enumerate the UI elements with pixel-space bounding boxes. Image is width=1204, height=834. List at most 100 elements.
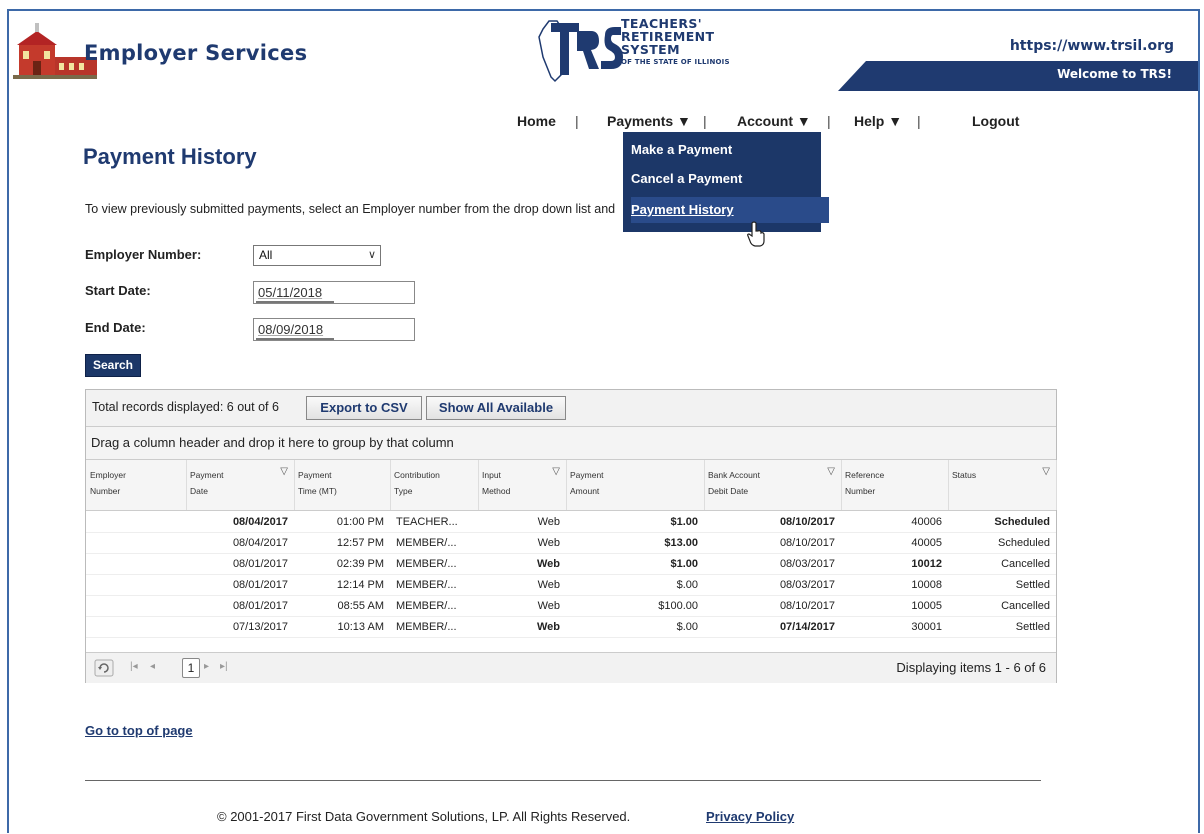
- column-header-line1: Payment: [190, 470, 224, 480]
- table-cell: $1.00: [670, 558, 698, 570]
- go-to-top-link[interactable]: Go to top of page: [85, 723, 193, 738]
- table-cell: 08/10/2017: [779, 600, 835, 612]
- table-cell: Cancelled: [1001, 558, 1050, 570]
- table-row[interactable]: 08/04/2017 01:00 PM TEACHER... Web $1.00 08/1…: [86, 512, 1056, 533]
- column-header-line1: Status: [952, 470, 977, 480]
- table-cell: 10:13 AM: [337, 621, 384, 633]
- refresh-icon[interactable]: [94, 659, 114, 677]
- column-header-line1: Input: [482, 470, 501, 480]
- start-date-value: 05/11/2018: [258, 285, 323, 300]
- nav-help[interactable]: Help ▼: [854, 113, 902, 129]
- filter-icon[interactable]: ▽: [280, 466, 288, 477]
- grid-toolbar: Total records displayed: 6 out of 6 Expo…: [86, 390, 1056, 427]
- show-all-button[interactable]: Show All Available: [426, 396, 566, 420]
- start-date-label: Start Date:: [85, 283, 151, 298]
- table-cell: Scheduled: [994, 516, 1050, 528]
- table-cell: $.00: [676, 579, 698, 591]
- next-page-icon[interactable]: ▸: [204, 661, 209, 672]
- start-date-field[interactable]: 05/11/2018: [253, 281, 415, 304]
- nav-account[interactable]: Account ▼: [737, 113, 811, 129]
- privacy-policy-link[interactable]: Privacy Policy: [706, 809, 794, 824]
- table-cell: [86, 554, 180, 574]
- column-header-line1: Reference: [845, 470, 885, 480]
- column-header[interactable]: Input Method ▽: [478, 460, 567, 510]
- grid-header: Employer Number Payment Date ▽ Payment Time (M…: [86, 460, 1057, 511]
- nav-separator: |: [917, 113, 921, 129]
- payment-grid: Total records displayed: 6 out of 6 Expo…: [85, 389, 1057, 683]
- footer-divider: [85, 780, 1041, 781]
- table-cell: MEMBER/...: [396, 600, 457, 612]
- employer-number-select[interactable]: All ∨: [253, 245, 381, 266]
- end-date-field[interactable]: 08/09/2018: [253, 318, 415, 341]
- table-cell: MEMBER/...: [396, 558, 457, 570]
- nav-payments[interactable]: Payments ▼: [607, 113, 691, 129]
- table-cell: Settled: [1015, 621, 1050, 633]
- table-cell: Web: [536, 558, 560, 570]
- menu-cancel-payment[interactable]: Cancel a Payment: [631, 171, 742, 186]
- column-header-line2: Type: [394, 486, 413, 496]
- filter-icon[interactable]: ▽: [552, 466, 560, 477]
- table-cell: 12:57 PM: [336, 537, 384, 549]
- hand-cursor-icon: [747, 221, 765, 247]
- page-intro: To view previously submitted payments, s…: [85, 202, 615, 216]
- filter-icon[interactable]: ▽: [827, 466, 835, 477]
- column-header[interactable]: Payment Amount: [566, 460, 705, 510]
- page-number[interactable]: 1: [182, 658, 200, 678]
- column-header-line2: Method: [482, 486, 511, 496]
- table-cell: TEACHER...: [396, 516, 458, 528]
- trs-line4: OF THE STATE OF ILLINOIS: [621, 58, 730, 66]
- column-header-line1: Payment: [570, 470, 604, 480]
- table-cell: MEMBER/...: [396, 579, 457, 591]
- menu-make-payment[interactable]: Make a Payment: [631, 142, 732, 157]
- column-header[interactable]: Employer Number: [86, 460, 187, 510]
- chevron-down-icon: ∨: [367, 249, 376, 261]
- first-page-icon[interactable]: |◂: [130, 661, 138, 672]
- column-header[interactable]: Reference Number: [841, 460, 949, 510]
- column-header-line1: Employer: [90, 470, 126, 480]
- column-header[interactable]: Status ▽: [948, 460, 1057, 510]
- table-cell: Settled: [1015, 579, 1050, 591]
- table-row[interactable]: 08/04/2017 12:57 PM MEMBER/... Web $13.00 08/…: [86, 533, 1056, 554]
- filter-icon[interactable]: ▽: [1042, 466, 1050, 477]
- table-row[interactable]: 08/01/2017 12:14 PM MEMBER/... Web $.00 08/03…: [86, 575, 1056, 596]
- table-cell: 08/01/2017: [232, 558, 288, 570]
- table-row[interactable]: 08/01/2017 02:39 PM MEMBER/... Web $1.00 08/0…: [86, 554, 1056, 575]
- table-cell: $13.00: [664, 537, 698, 549]
- prev-page-icon[interactable]: ◂: [150, 661, 155, 672]
- table-cell: Web: [537, 516, 560, 528]
- nav-home[interactable]: Home: [517, 113, 556, 129]
- table-cell: 12:14 PM: [336, 579, 384, 591]
- employer-number-label: Employer Number:: [85, 247, 202, 262]
- group-panel[interactable]: Drag a column header and drop it here to…: [86, 427, 1056, 460]
- menu-payment-history[interactable]: Payment History: [631, 202, 734, 217]
- column-header-line2: Date: [190, 486, 208, 496]
- site-url[interactable]: https://www.trsil.org: [1010, 38, 1174, 54]
- table-cell: 10012: [911, 558, 942, 570]
- table-row[interactable]: 07/13/2017 10:13 AM MEMBER/... Web $.00 07/14…: [86, 617, 1056, 638]
- field-underline: [256, 338, 334, 340]
- column-header[interactable]: Payment Time (MT): [294, 460, 391, 510]
- table-cell: [86, 533, 180, 553]
- page-frame: Employer Services TEACHERS' RETIREMENT S…: [7, 9, 1200, 833]
- last-page-icon[interactable]: ▸|: [220, 661, 228, 672]
- table-cell: MEMBER/...: [396, 621, 457, 633]
- end-date-label: End Date:: [85, 320, 146, 335]
- table-cell: 08:55 AM: [337, 600, 384, 612]
- table-cell: [86, 575, 180, 595]
- column-header[interactable]: Bank Account Debit Date ▽: [704, 460, 842, 510]
- column-header-line1: Bank Account: [708, 470, 760, 480]
- page-title: Payment History: [83, 144, 257, 169]
- column-header-line2: Number: [90, 486, 121, 496]
- table-cell: 07/14/2017: [779, 621, 835, 633]
- column-header[interactable]: Payment Date ▽: [186, 460, 295, 510]
- table-row[interactable]: 08/01/2017 08:55 AM MEMBER/... Web $100.00 08…: [86, 596, 1056, 617]
- nav-logout[interactable]: Logout: [972, 113, 1019, 129]
- column-header[interactable]: Contribution Type: [390, 460, 479, 510]
- export-csv-button[interactable]: Export to CSV: [306, 396, 422, 420]
- table-cell: Web: [537, 600, 560, 612]
- table-cell: Web: [537, 579, 560, 591]
- nav-separator: |: [575, 113, 579, 129]
- search-button[interactable]: Search: [85, 354, 141, 377]
- table-cell: [86, 596, 180, 616]
- nav-separator: |: [703, 113, 707, 129]
